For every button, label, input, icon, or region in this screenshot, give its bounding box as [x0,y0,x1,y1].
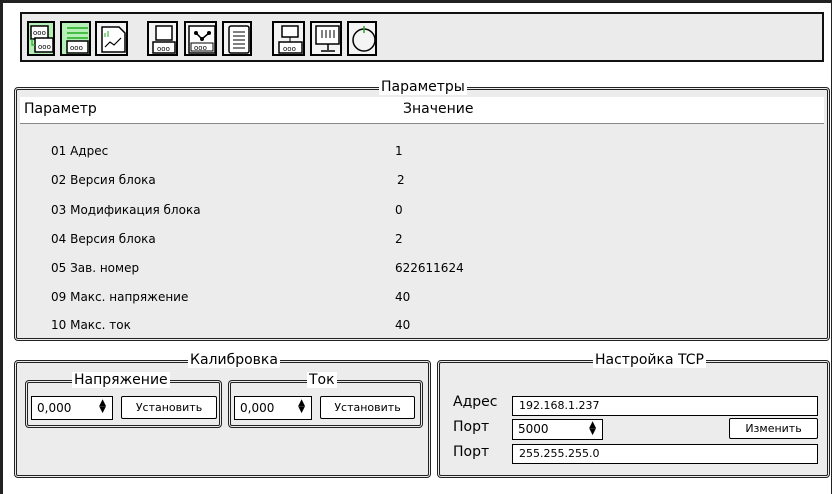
double-module-icon: ooo ooo [30,25,54,53]
computer-module-icon: ooo [278,25,303,54]
current-value: 0,000 [240,401,275,415]
toolbar: ooo ooo ooo ooo ooo ooo [20,12,824,62]
parameters-table-header: Параметр Значение [20,97,824,124]
param-name: 03 Модификация блока [51,203,201,217]
change-button[interactable]: Изменить [729,418,818,439]
mask-input[interactable]: 255.255.255.0 [512,444,818,464]
voltage-set-button[interactable]: Установить [121,396,217,419]
svg-text:ooo: ooo [38,43,51,51]
power-icon [352,26,376,52]
document-list-button[interactable] [222,21,252,56]
column-header-value[interactable]: Значение [403,101,473,117]
computer-module-button[interactable]: ooo [272,21,305,56]
chart-window-icon [101,26,126,53]
param-value: 2 [395,232,403,246]
list-module-button[interactable]: ooo [60,21,91,56]
tcp-settings-group: Настройка TCP Адрес 192.168.1.237 Порт 5… [437,352,830,478]
port-label: Порт [453,419,490,435]
port-value: 5000 [518,422,549,436]
monitor-button[interactable] [310,21,342,56]
network-module-icon: ooo [188,25,216,54]
address-label: Адрес [453,394,498,410]
svg-text:ooo: ooo [70,44,83,52]
parameters-group: Параметры Параметр Значение 01 Адрес 1 0… [14,79,830,341]
list-module-icon: ooo [66,27,89,54]
param-name: 04 Версия блока [51,232,156,246]
param-name: 02 Версия блока [51,173,156,187]
power-button[interactable] [347,21,377,56]
calibration-group: Калибровка Напряжение 0,000 ▲ ▼ Установит… [14,352,431,478]
param-value: 40 [395,290,411,304]
box-module-icon: ooo [152,25,176,54]
current-set-button[interactable]: Установить [320,396,415,419]
param-value: 622611624 [395,261,464,275]
param-name: 05 Зав. номер [51,261,140,275]
network-module-button[interactable]: ooo [184,21,217,56]
param-value: 1 [395,144,403,158]
tcp-settings-title: Настройка TCP [593,352,706,368]
param-value: 40 [395,318,411,332]
svg-text:ooo: ooo [194,44,207,52]
svg-text:ooo: ooo [283,45,296,53]
double-module-button[interactable]: ooo ooo [27,21,55,56]
chart-window-button[interactable] [95,21,128,56]
address-input[interactable]: 192.168.1.237 [512,396,818,416]
column-header-parameter[interactable]: Параметр [24,101,97,117]
voltage-value: 0,000 [37,401,72,415]
port-spinbox[interactable]: 5000 ▲ ▼ [512,419,603,440]
box-module-button[interactable]: ooo [147,21,178,56]
param-value: 2 [397,173,405,187]
svg-text:ooo: ooo [33,29,46,37]
spin-arrows-icon[interactable]: ▲ ▼ [589,421,596,437]
parameters-title: Параметры [379,79,467,95]
voltage-group: Напряжение 0,000 ▲ ▼ Установить [25,372,222,428]
svg-text:ooo: ooo [157,45,170,53]
document-list-icon [228,25,250,54]
spin-arrows-icon[interactable]: ▲ ▼ [298,399,305,415]
mask-label: Порт [453,444,490,460]
current-group: Ток 0,000 ▲ ▼ Установить [228,372,423,428]
voltage-spinbox[interactable]: 0,000 ▲ ▼ [31,396,113,420]
calibration-title: Калибровка [188,352,280,368]
monitor-icon [315,25,340,52]
param-name: 10 Макс. ток [51,318,131,332]
current-spinbox[interactable]: 0,000 ▲ ▼ [234,396,312,420]
param-value: 0 [395,203,403,217]
current-title: Ток [307,372,337,388]
voltage-title: Напряжение [72,372,170,388]
param-name: 01 Адрес [51,144,109,158]
param-name: 09 Макс. напряжение [51,290,189,304]
spin-arrows-icon[interactable]: ▲ ▼ [99,399,106,415]
